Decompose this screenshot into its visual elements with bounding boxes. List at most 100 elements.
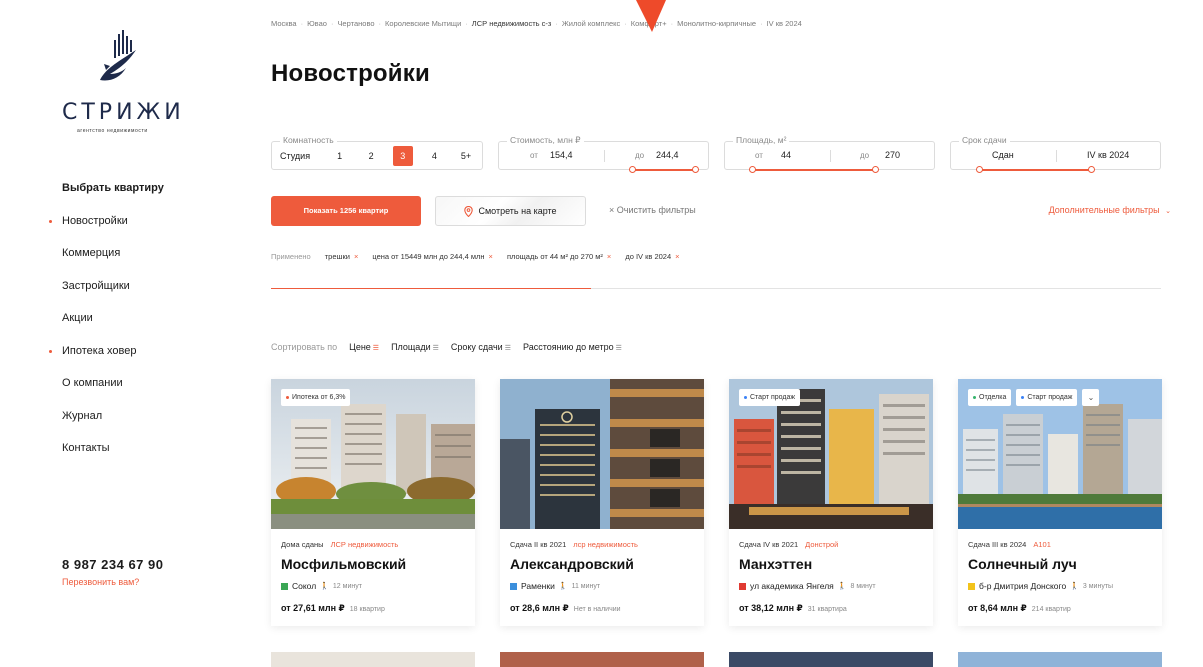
area-to-input[interactable]: 270 [885,150,900,160]
cost-from-input[interactable]: 154,4 [550,150,573,160]
applied-chip[interactable]: до IV кв 2024 × [625,252,679,261]
badges-expand-button[interactable]: ⌄ [1082,389,1100,406]
breadcrumb-item[interactable]: Королевские Мытищи [385,19,461,28]
cost-slider[interactable] [499,166,708,173]
close-icon[interactable]: × [675,252,679,261]
nav-item[interactable]: Журнал [62,410,164,443]
nav-item[interactable]: Застройщики [62,280,164,313]
term-to-input[interactable]: IV кв 2024 [1087,150,1129,160]
nav-item-label: Выбрать квартиру [62,182,164,194]
metro-info: б-р Дмитрия Донского 🚶 3 минуты [968,581,1113,591]
complex-card-partial[interactable] [958,652,1162,667]
room-option-5plus[interactable]: 5+ [456,146,476,166]
nav-item[interactable]: Контакты [62,442,164,475]
area-slider-min-handle[interactable] [749,166,756,173]
phone-number[interactable]: 8 987 234 67 90 [62,557,163,572]
applied-chip[interactable]: площадь от 44 м² до 270 м² × [507,252,611,261]
close-icon[interactable]: × [489,252,493,261]
developer-link[interactable]: лср недвижимость [573,540,638,549]
complex-card[interactable]: Ипотека от 6,3% Дома сданы ЛСР недвижимос… [271,379,475,626]
room-option-3[interactable]: 3 [392,146,413,166]
cost-slider-max-handle[interactable] [692,166,699,173]
developer-link[interactable]: Донстрой [805,540,838,549]
breadcrumb-item[interactable]: ЛСР недвижимость с-з [472,19,552,28]
flats-count: 214 квартир [1031,606,1071,613]
nav-item[interactable]: О компании [62,377,164,410]
breadcrumb-item[interactable]: Чертаново [337,19,374,28]
divider [829,150,831,162]
applied-chip-label: трешки [324,252,350,261]
area-from-input[interactable]: 44 [781,150,791,160]
show-apartments-button[interactable]: Показать 1256 квартир [271,196,421,226]
close-icon[interactable]: × [607,252,611,261]
complex-card[interactable]: Сдача II кв 2021 лср недвижимость Алексан… [500,379,704,626]
cost-slider-track [634,169,697,171]
complex-card[interactable]: Отделка Старт продаж ⌄ Сдача III кв 2024… [958,379,1162,626]
price-info: от 28,6 млн ₽ Нет в наличии [510,603,621,614]
walk-icon: 🚶 [558,583,568,590]
card-meta: Дома сданы ЛСР недвижимость [281,540,398,549]
applied-chip[interactable]: трешки × [325,252,359,261]
divider [1055,150,1057,162]
breadcrumb-item[interactable]: Москва [271,19,297,28]
area-slider[interactable] [725,166,934,173]
breadcrumb-item[interactable]: IV кв 2024 [767,19,802,28]
cost-slider-min-handle[interactable] [629,166,636,173]
nav-item[interactable]: Новостройки [49,215,164,248]
complex-card-partial[interactable] [500,652,704,667]
complex-name[interactable]: Солнечный луч [968,556,1077,572]
complex-card-partial[interactable] [729,652,933,667]
nav-item[interactable]: Выбрать квартиру [62,182,164,215]
walk-icon: 🚶 [320,583,329,590]
complex-name[interactable]: Александровский [510,556,634,572]
breadcrumb-item[interactable]: Монолитно-кирпичные [677,19,756,28]
term-slider-min-handle[interactable] [976,166,983,173]
nav-item[interactable]: Коммерция [62,247,164,280]
clear-filters-button[interactable]: × Очистить фильтры [609,205,696,215]
nav-item[interactable]: Акции [62,312,164,345]
sort-by-term[interactable]: Сроку сдачи ☰ [451,342,511,352]
sort-option-label: Сроку сдачи [450,342,503,352]
close-icon[interactable]: × [354,252,358,261]
logo-bird-icon [100,30,136,81]
sort-by-metro-distance[interactable]: Расстоянию до метро ☰ [523,342,622,352]
complex-card-partial[interactable] [271,652,475,667]
badge-dot [973,395,976,399]
complex-card[interactable]: Старт продаж Сдача IV кв 2021 Донстрой Ма… [729,379,933,626]
room-option-studio[interactable]: Студия [280,146,318,166]
term-slider[interactable] [951,166,1160,173]
term-from-input[interactable]: Сдан [992,150,1014,160]
breadcrumb-item[interactable]: Жилой комплекс [562,19,620,28]
sort-by-area[interactable]: Площади ☰ [391,342,439,352]
nav-item-label: Акции [62,312,93,324]
room-option-4[interactable]: 4 [424,146,444,166]
complex-name[interactable]: Мосфильмовский [281,556,406,572]
complex-name[interactable]: Манхэттен [739,556,812,572]
area-slider-track [753,169,877,171]
area-slider-max-handle[interactable] [872,166,879,173]
applied-chip[interactable]: цена от 15449 млн до 244,4 млн × [372,252,493,261]
view-on-map-button[interactable]: Смотреть на карте [435,196,586,226]
callback-link[interactable]: Перезвонить вам? [62,577,139,587]
cost-to-input[interactable]: 244,4 [656,150,679,160]
sort-bar: Сортировать по Цене ☰ Площади ☰ Сроку сдач… [271,342,622,352]
sort-by-price[interactable]: Цене ☰ [349,342,379,352]
area-to-label: до [860,151,870,160]
rooms-filter-label: Комнатность [280,135,337,145]
term-slider-max-handle[interactable] [1088,166,1095,173]
room-option-1[interactable]: 1 [330,146,350,166]
price-from: от 38,12 млн ₽ [739,603,803,613]
walk-icon: 🚶 [1070,583,1079,590]
card-meta: Сдача II кв 2021 лср недвижимость [510,540,638,549]
more-filters-button[interactable]: Дополнительные фильтры ⌄ [1049,205,1171,215]
developer-link[interactable]: А101 [1033,540,1051,549]
nav-item[interactable]: Ипотека ховер [49,345,164,378]
walk-icon: 🚶 [837,583,847,590]
breadcrumb-item[interactable]: Ювао [307,19,327,28]
metro-station: б-р Дмитрия Донского [979,581,1067,591]
sort-option-label: Расстоянию до метро [522,342,614,352]
developer-link[interactable]: ЛСР недвижимость [331,540,399,549]
flats-count: 31 квартира [807,606,847,613]
room-option-2[interactable]: 2 [361,146,381,166]
price-info: от 27,61 млн ₽ 18 квартир [281,603,385,614]
